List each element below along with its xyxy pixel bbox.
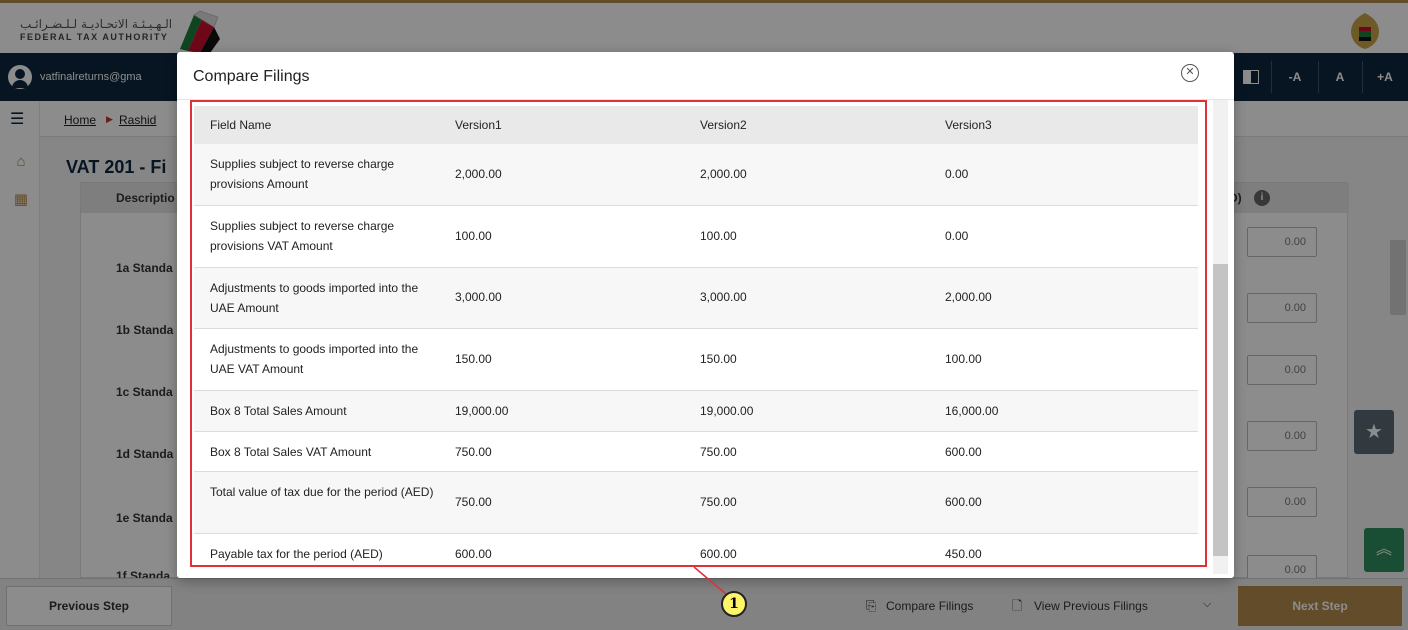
version2-cell: 750.00	[700, 495, 737, 509]
table-row: Adjustments to goods imported into the U…	[194, 329, 1198, 391]
table-row: Supplies subject to reverse charge provi…	[194, 206, 1198, 268]
table-row: Adjustments to goods imported into the U…	[194, 268, 1198, 329]
column-header-field-name: Field Name	[210, 118, 272, 132]
version2-cell: 600.00	[700, 547, 737, 561]
version3-cell: 2,000.00	[945, 290, 992, 304]
table-row: Payable tax for the period (AED) 600.00 …	[194, 534, 1198, 574]
version1-cell: 750.00	[455, 495, 492, 509]
version1-cell: 3,000.00	[455, 290, 502, 304]
table-row: Total value of tax due for the period (A…	[194, 472, 1198, 534]
annotation-badge: 1	[721, 591, 747, 617]
modal-scrollbar-thumb[interactable]	[1213, 264, 1228, 556]
version2-cell: 19,000.00	[700, 404, 754, 418]
table-row: Box 8 Total Sales VAT Amount 750.00 750.…	[194, 432, 1198, 472]
version2-cell: 2,000.00	[700, 167, 747, 181]
version1-cell: 750.00	[455, 445, 492, 459]
compare-filings-modal: Compare Filings ✕ Field Name Version1 Ve…	[177, 52, 1234, 578]
version1-cell: 600.00	[455, 547, 492, 561]
column-header-version2: Version2	[700, 118, 747, 132]
version2-cell: 3,000.00	[700, 290, 747, 304]
version3-cell: 0.00	[945, 229, 969, 243]
column-header-version3: Version3	[945, 118, 992, 132]
field-name-cell: Box 8 Total Sales VAT Amount	[210, 445, 372, 459]
compare-table-header: Field Name Version1 Version2 Version3	[194, 106, 1198, 144]
modal-header: Compare Filings ✕	[177, 52, 1234, 100]
version1-cell: 2,000.00	[455, 167, 502, 181]
close-icon[interactable]: ✕	[1181, 64, 1199, 82]
version3-cell: 100.00	[945, 352, 982, 366]
version3-cell: 600.00	[945, 495, 982, 509]
version1-cell: 19,000.00	[455, 404, 509, 418]
table-row: Supplies subject to reverse charge provi…	[194, 144, 1198, 206]
field-name-cell: Payable tax for the period (AED)	[210, 547, 383, 561]
version2-cell: 150.00	[700, 352, 737, 366]
column-header-version1: Version1	[455, 118, 502, 132]
version1-cell: 100.00	[455, 229, 492, 243]
field-name-cell: Adjustments to goods imported into the U…	[210, 281, 419, 315]
version3-cell: 450.00	[945, 547, 982, 561]
version3-cell: 0.00	[945, 167, 969, 181]
version2-cell: 100.00	[700, 229, 737, 243]
version1-cell: 150.00	[455, 352, 492, 366]
field-name-cell: Supplies subject to reverse charge provi…	[210, 157, 395, 191]
field-name-cell: Adjustments to goods imported into the U…	[210, 342, 419, 376]
table-row: Box 8 Total Sales Amount 19,000.00 19,00…	[194, 391, 1198, 432]
version3-cell: 16,000.00	[945, 404, 999, 418]
modal-title: Compare Filings	[193, 68, 310, 85]
field-name-cell: Box 8 Total Sales Amount	[210, 404, 347, 418]
field-name-cell: Total value of tax due for the period (A…	[210, 485, 434, 499]
field-name-cell: Supplies subject to reverse charge provi…	[210, 219, 395, 253]
version2-cell: 750.00	[700, 445, 737, 459]
version3-cell: 600.00	[945, 445, 982, 459]
